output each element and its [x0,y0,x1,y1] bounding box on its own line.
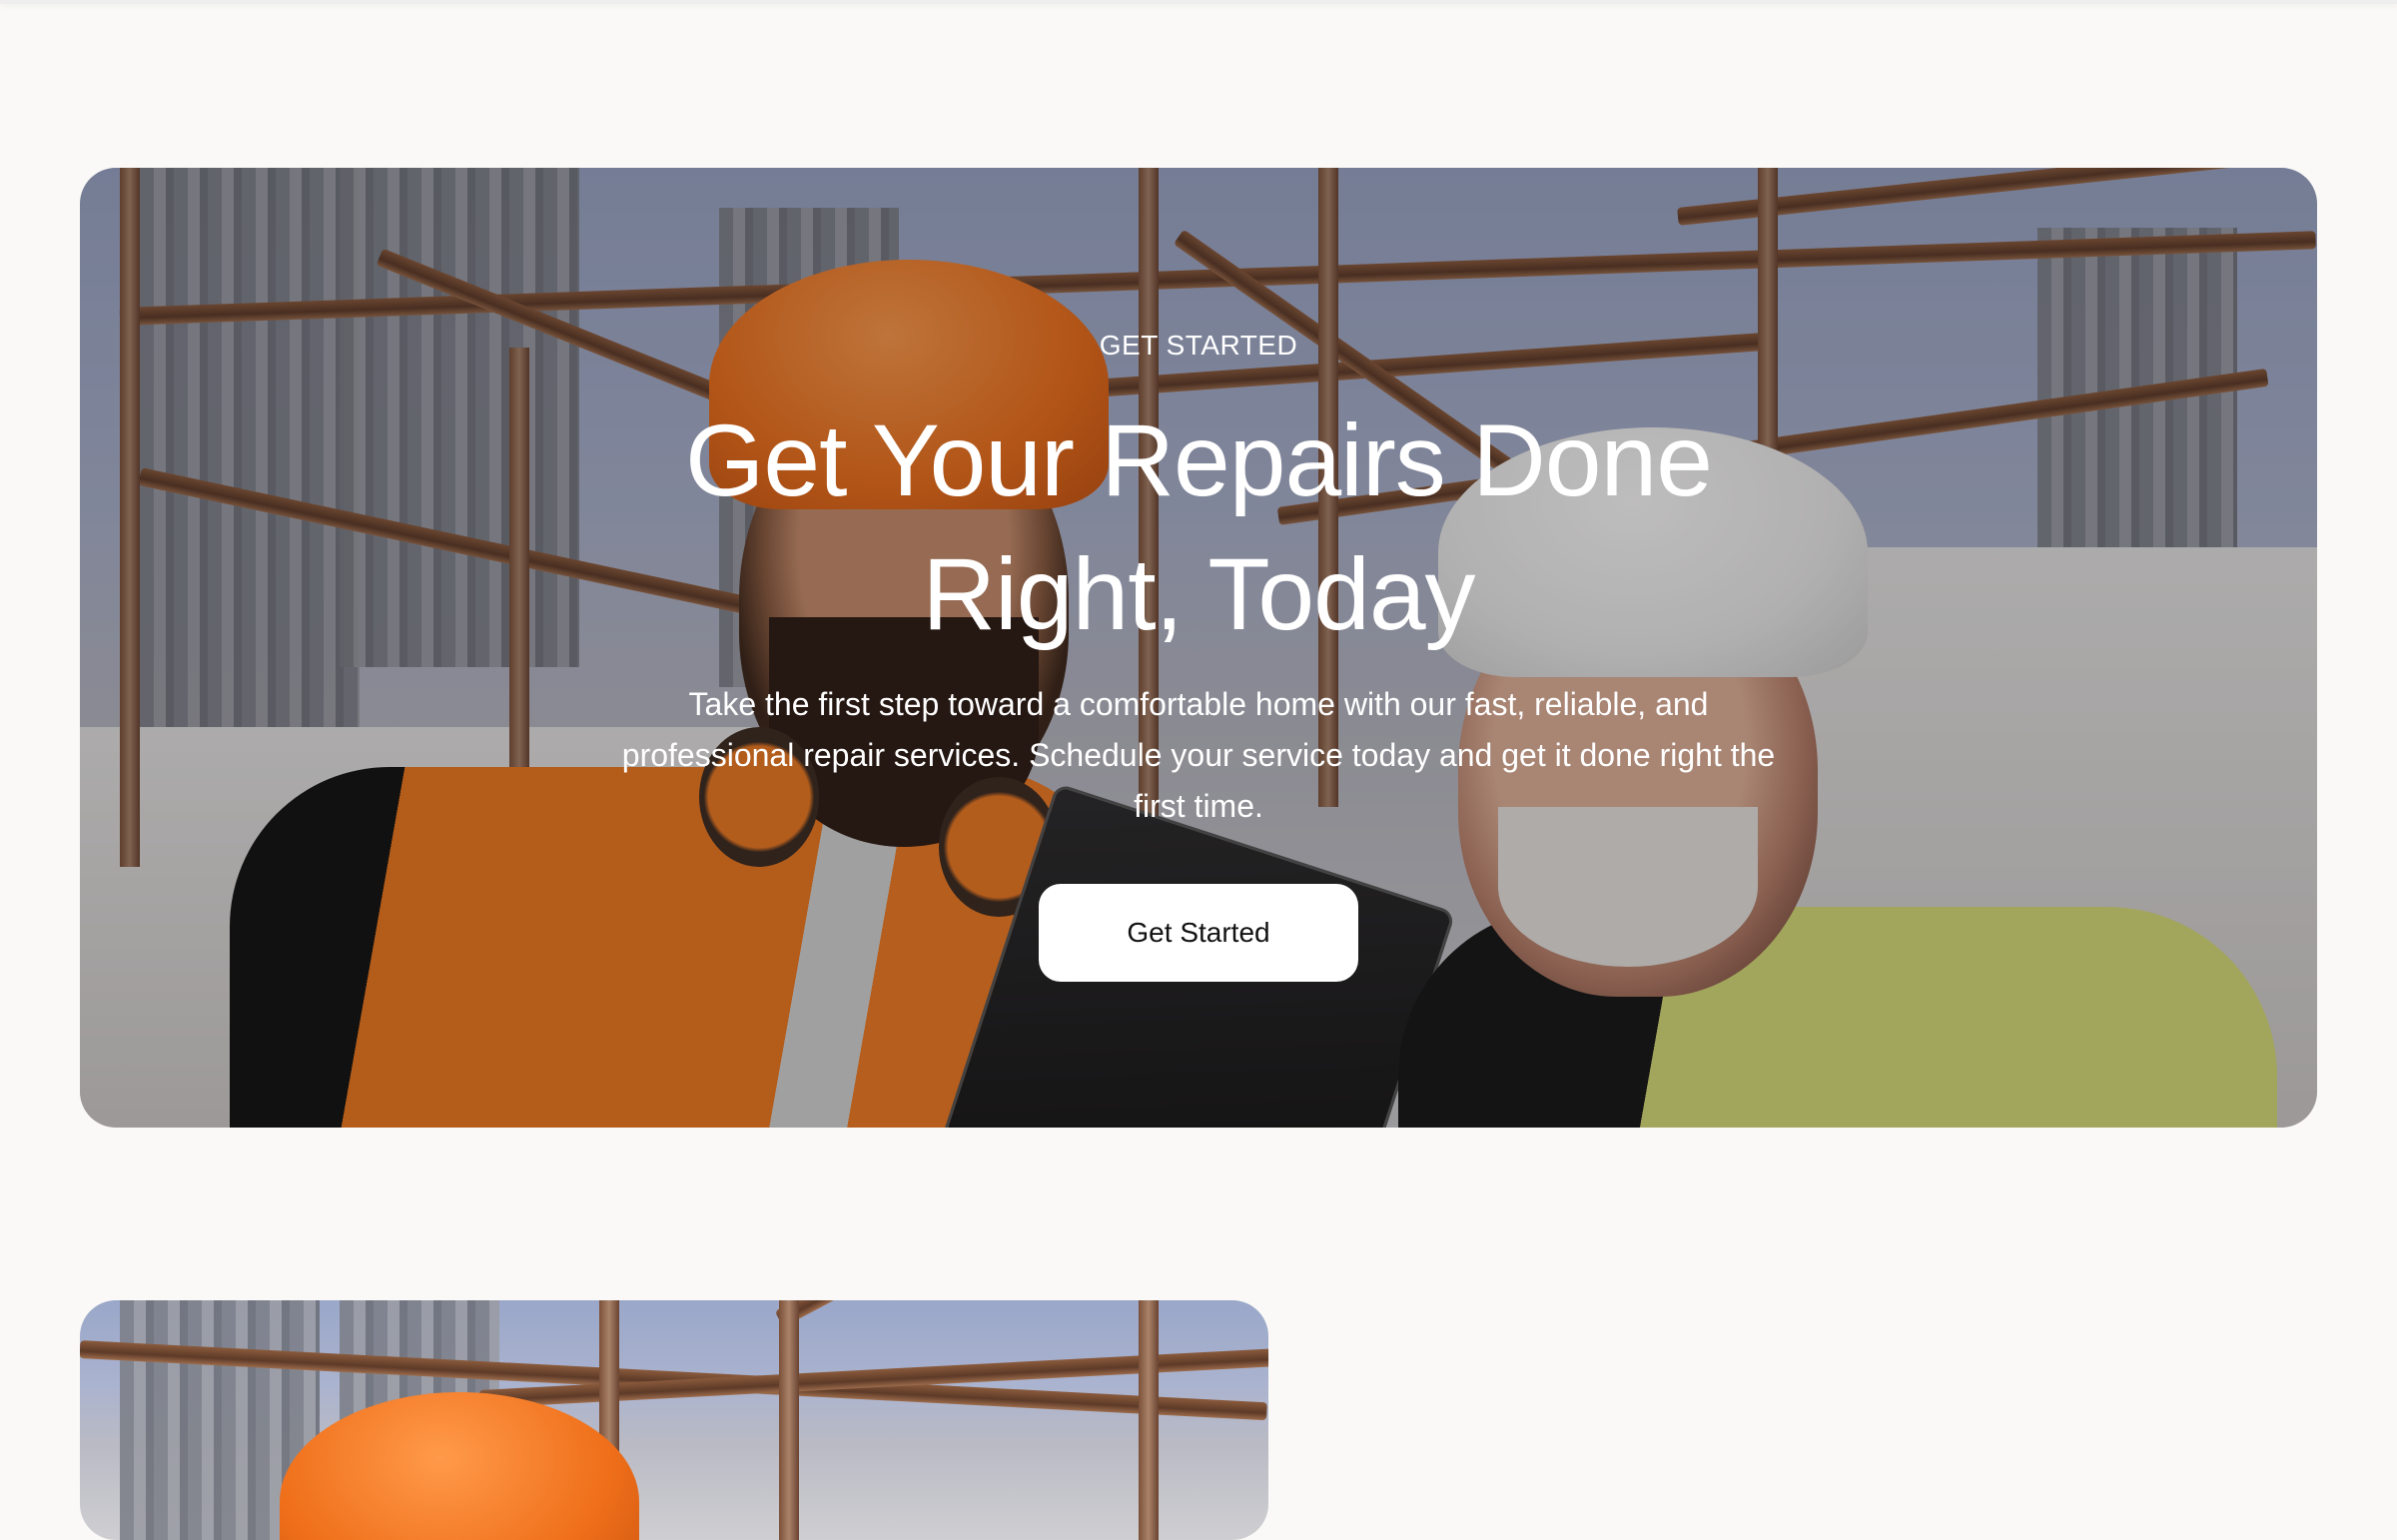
secondary-card-image [80,1300,1268,1540]
hero-section: GET STARTED Get Your Repairs Done Right,… [80,168,2317,1128]
secondary-image-card [80,1300,1268,1540]
hero-headline: Get Your Repairs Done Right, Today [685,403,1713,651]
get-started-button[interactable]: Get Started [1039,884,1358,982]
hero-content: GET STARTED Get Your Repairs Done Right,… [80,168,2317,1128]
hero-subtext: Take the first step toward a comfortable… [621,686,1776,824]
top-header-edge [0,0,2397,4]
hero-eyebrow: GET STARTED [1099,330,1298,361]
